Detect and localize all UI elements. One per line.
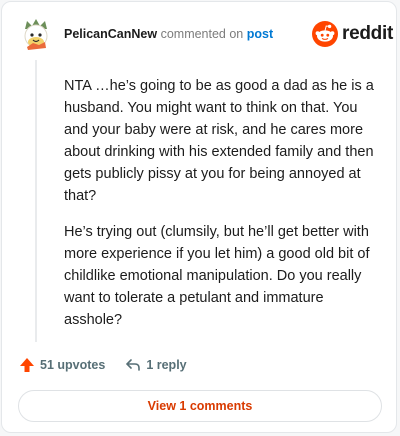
reply-count: 1 reply — [146, 358, 187, 372]
comment-body: NTA …he’s going to be as good a dad as h… — [64, 75, 382, 345]
reddit-snoo-icon — [312, 21, 338, 47]
reply-arrow-icon — [126, 359, 141, 371]
username-link[interactable]: PelicanCanNew — [64, 27, 157, 41]
commented-on-text: commented on — [160, 27, 244, 41]
comment-header: PelicanCanNew commented on post reddit — [2, 2, 396, 58]
avatar-icon[interactable] — [21, 17, 51, 51]
thread-line — [35, 60, 37, 342]
view-comments-button[interactable]: View 1 comments — [18, 390, 382, 422]
comment-paragraph: NTA …he’s going to be as good a dad as h… — [64, 78, 374, 204]
upvote-button[interactable]: 51 upvotes — [19, 357, 105, 373]
comment-actions: 51 upvotes 1 reply — [19, 355, 187, 375]
upvote-count: 51 upvotes — [40, 358, 106, 372]
reddit-logo[interactable]: reddit — [312, 21, 393, 47]
reply-button[interactable]: 1 reply — [125, 357, 187, 373]
comment-card: PelicanCanNew commented on post reddit N… — [1, 1, 397, 433]
comment-byline: PelicanCanNew commented on post — [64, 26, 273, 42]
post-link[interactable]: post — [247, 27, 273, 41]
upvote-arrow-icon — [20, 358, 34, 372]
reddit-wordmark: reddit — [342, 23, 393, 44]
comment-paragraph: He’s trying out (clumsily, but he’ll get… — [64, 224, 370, 328]
